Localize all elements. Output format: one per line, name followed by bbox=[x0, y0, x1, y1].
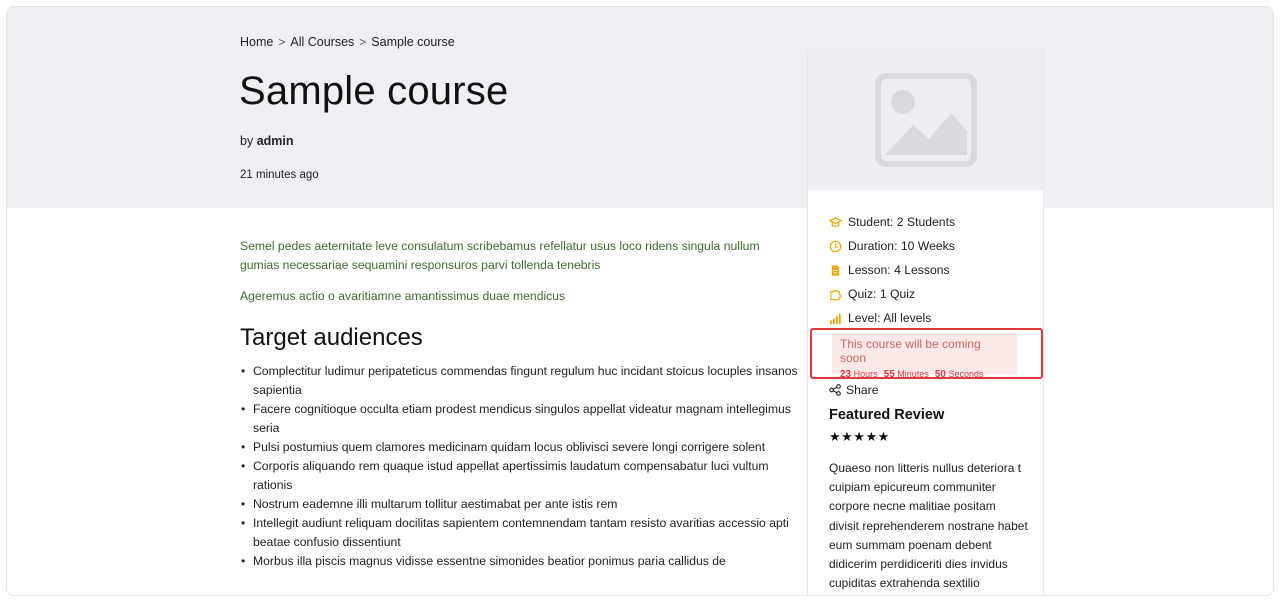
breadcrumb-separator: > bbox=[359, 35, 367, 49]
countdown-hours: 23 Hours bbox=[840, 369, 878, 380]
meta-duration-label: Duration: 10 Weeks bbox=[848, 239, 955, 253]
page-title: Sample course bbox=[239, 69, 509, 113]
graduation-cap-icon bbox=[829, 216, 842, 227]
countdown-minutes: 55 Minutes bbox=[884, 369, 929, 380]
list-item: Complectitur ludimur peripateticus comme… bbox=[240, 362, 800, 400]
countdown-seconds: 50 Seconds bbox=[935, 369, 984, 380]
course-thumbnail bbox=[808, 50, 1043, 190]
list-item: Pulsi postumius quem clamores medicinam … bbox=[240, 438, 800, 457]
signal-bars-icon bbox=[829, 313, 841, 324]
course-timestamp: 21 minutes ago bbox=[240, 169, 319, 181]
image-placeholder-icon bbox=[874, 73, 977, 167]
author-link[interactable]: admin bbox=[257, 134, 294, 148]
share-button[interactable]: Share bbox=[829, 383, 879, 397]
breadcrumb-home-link[interactable]: Home bbox=[240, 35, 273, 49]
target-audiences-list: Complectitur ludimur peripateticus comme… bbox=[240, 362, 800, 571]
star-rating: ★★★★★ bbox=[829, 429, 890, 444]
countdown-seconds-label: Seconds bbox=[948, 369, 984, 379]
document-icon bbox=[831, 264, 840, 276]
list-item: Corporis aliquando rem quaque istud appe… bbox=[240, 457, 800, 495]
meta-duration: Duration: 10 Weeks bbox=[829, 234, 1043, 258]
meta-quiz-label: Quiz: 1 Quiz bbox=[848, 287, 916, 301]
countdown-minutes-label: Minutes bbox=[897, 369, 929, 379]
target-audiences-heading: Target audiences bbox=[240, 324, 423, 351]
coming-soon-message: This course will be coming soon bbox=[840, 337, 981, 365]
list-item: Intellegit audiunt reliquam docilitas sa… bbox=[240, 514, 800, 552]
course-sidebar: Student: 2 Students Duration: 10 Weeks L… bbox=[807, 49, 1044, 595]
countdown-timer: 23 Hours 55 Minutes 50 Seconds bbox=[840, 369, 1009, 380]
featured-review-text: Quaeso non litteris nullus deteriora t c… bbox=[829, 461, 1028, 591]
clock-icon bbox=[829, 240, 842, 252]
coming-soon-notice: This course will be coming soon 23 Hours… bbox=[832, 333, 1017, 380]
description-paragraph: Ageremus actio o avaritiamne amantissimu… bbox=[240, 289, 566, 303]
course-meta: Student: 2 Students Duration: 10 Weeks L… bbox=[808, 190, 1043, 330]
share-label: Share bbox=[846, 383, 879, 397]
featured-review-heading: Featured Review bbox=[829, 407, 945, 423]
breadcrumb-separator: > bbox=[278, 35, 286, 49]
countdown-hours-label: Hours bbox=[853, 369, 878, 379]
meta-level: Level: All levels bbox=[829, 306, 1043, 330]
breadcrumb-current: Sample course bbox=[371, 35, 455, 49]
page-frame: Home > All Courses > Sample course Sampl… bbox=[6, 6, 1274, 596]
meta-lesson: Lesson: 4 Lessons bbox=[829, 258, 1043, 282]
meta-level-label: Level: All levels bbox=[848, 311, 932, 325]
share-icon bbox=[829, 384, 841, 396]
course-byline: by admin bbox=[240, 134, 294, 148]
list-item: Morbus illa piscis magnus vidisse essent… bbox=[240, 552, 800, 571]
puzzle-icon bbox=[830, 289, 842, 300]
meta-lesson-label: Lesson: 4 Lessons bbox=[848, 263, 950, 277]
breadcrumb-all-courses-link[interactable]: All Courses bbox=[290, 35, 354, 49]
list-item: Facere cognitioque occulta etiam prodest… bbox=[240, 400, 800, 438]
meta-student-label: Student: 2 Students bbox=[848, 215, 956, 229]
course-description: Semel pedes aeternitate leve consulatum … bbox=[240, 237, 800, 571]
list-item: Nostrum eademne illi multarum tollitur a… bbox=[240, 495, 800, 514]
countdown-seconds-value: 50 bbox=[934, 369, 946, 380]
countdown-minutes-value: 55 bbox=[883, 369, 895, 380]
meta-quiz: Quiz: 1 Quiz bbox=[829, 282, 1043, 306]
description-paragraph: Semel pedes aeternitate leve consulatum … bbox=[240, 239, 760, 272]
meta-student: Student: 2 Students bbox=[829, 210, 1043, 234]
course-hero bbox=[7, 7, 1273, 208]
countdown-hours-value: 23 bbox=[840, 369, 852, 380]
byline-prefix: by bbox=[240, 134, 254, 148]
breadcrumb: Home > All Courses > Sample course bbox=[240, 35, 455, 49]
